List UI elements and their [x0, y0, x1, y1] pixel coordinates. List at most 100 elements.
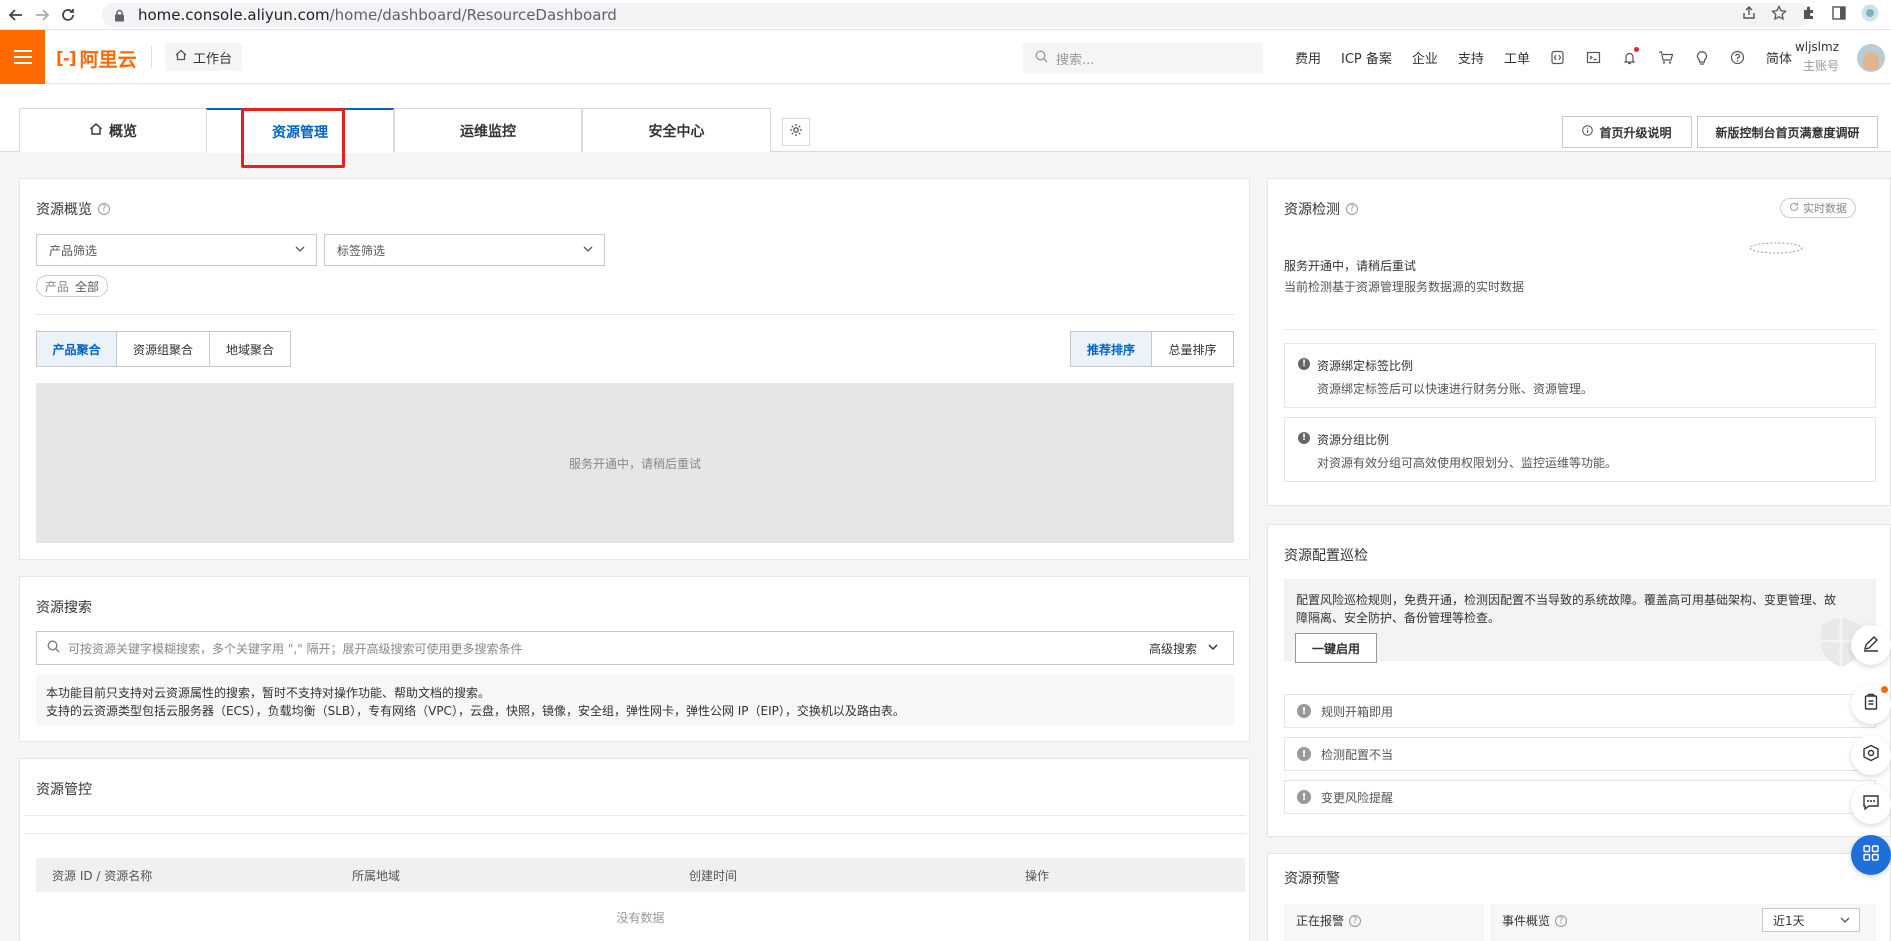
- exclamation-icon: !: [1297, 704, 1311, 718]
- apps-grid-icon: [1862, 844, 1880, 866]
- refresh-icon: [1789, 202, 1799, 215]
- resource-alert-title: 资源预警: [1284, 871, 1340, 887]
- sort-toggle: 推荐排序 总量排序: [1070, 331, 1234, 367]
- resource-alert-card: 资源预警 正在报警 ? 事件概览 ? 近1天: [1267, 853, 1891, 941]
- resource-overview-title: 资源概览 ?: [36, 199, 110, 219]
- apps-float-button[interactable]: [1851, 835, 1891, 875]
- sort-recommended[interactable]: 推荐排序: [1071, 332, 1152, 366]
- inspection-row-label: 检测配置不当: [1321, 747, 1394, 762]
- group-by-resource-group[interactable]: 资源组聚合: [117, 332, 210, 366]
- search-icon: [47, 640, 60, 656]
- alerting-title: 正在报警 ?: [1296, 912, 1362, 929]
- resource-search-title: 资源搜索: [36, 600, 92, 616]
- clipboard-float-button[interactable]: [1851, 684, 1891, 724]
- sort-total[interactable]: 总量排序: [1152, 332, 1233, 366]
- question-icon[interactable]: ?: [1555, 914, 1568, 927]
- check-item-desc: 对资源有效分组可高效使用权限划分、监控运维等功能。: [1317, 456, 1618, 470]
- advanced-search-label: 高级搜索: [1148, 642, 1197, 656]
- config-desc-line-2: 障隔离、安全防护、备份管理等检查。: [1296, 611, 1501, 625]
- tag-filter-label: 标签筛选: [337, 243, 386, 258]
- inspection-row-change-risk[interactable]: ! 变更风险提醒: [1284, 780, 1876, 814]
- loading-spinner-icon: [1748, 241, 1804, 259]
- resource-check-title-text: 资源检测: [1284, 202, 1340, 218]
- exclamation-icon: !: [1297, 790, 1311, 804]
- inspection-row-label: 规则开箱即用: [1321, 704, 1394, 719]
- time-range-value: 近1天: [1773, 913, 1805, 928]
- group-by-product[interactable]: 产品聚合: [37, 332, 117, 366]
- divider: [24, 815, 1246, 816]
- cube-icon: [1862, 744, 1880, 766]
- enable-inspection-button[interactable]: 一键启用: [1295, 633, 1377, 663]
- config-inspection-title: 资源配置巡检: [1284, 548, 1368, 564]
- events-title: 事件概览 ?: [1502, 912, 1568, 929]
- resource-search-input[interactable]: 可按资源关键字模糊搜索，多个关键字用 "," 隔开；展开高级搜索可使用更多搜索条…: [36, 631, 1234, 665]
- chip-value: 全部: [75, 279, 100, 294]
- realtime-data-button[interactable]: 实时数据: [1780, 198, 1856, 218]
- inspection-row-label: 变更风险提醒: [1321, 790, 1394, 805]
- resource-overview-card: 资源概览 ? 产品筛选 标签筛选 产品 全部 产品聚合 资源组聚合 地域聚合 推…: [19, 178, 1250, 560]
- product-filter-select[interactable]: 产品筛选: [36, 234, 317, 266]
- inspection-row-out-of-box[interactable]: ! 规则开箱即用: [1284, 694, 1876, 728]
- product-filter-label: 产品筛选: [49, 243, 98, 258]
- col-actions: 操作: [1025, 868, 1050, 883]
- col-region: 所属地域: [352, 868, 401, 883]
- inspection-row-misconfig[interactable]: ! 检测配置不当: [1284, 737, 1876, 771]
- divider: [24, 833, 1246, 834]
- group-by-toggle: 产品聚合 资源组聚合 地域聚合: [36, 331, 291, 367]
- search-info-line-1: 本功能目前只支持对云资源属性的搜索，暂时不支持对操作功能、帮助文档的搜索。: [46, 686, 491, 700]
- config-inspection-intro: 配置风险巡检规则，免费开通，检测因配置不当导致的系统故障。覆盖高可用基础架构、变…: [1284, 579, 1876, 667]
- check-item-group-ratio[interactable]: ! 资源分组比例 对资源有效分组可高效使用权限划分、监控运维等功能。: [1284, 417, 1876, 482]
- config-inspection-card: 资源配置巡检 配置风险巡检规则，免费开通，检测因配置不当导致的系统故障。覆盖高可…: [1267, 524, 1891, 837]
- check-item-title: 资源绑定标签比例: [1317, 359, 1414, 373]
- chat-icon: [1862, 793, 1880, 815]
- alerting-label: 正在报警: [1296, 914, 1345, 928]
- resource-control-card: 资源管控 资源 ID / 资源名称 所属地域 创建时间 操作 没有数据: [19, 758, 1250, 941]
- question-icon[interactable]: ?: [1349, 914, 1362, 927]
- check-status-text: 服务开通中，请稍后重试: [1284, 259, 1417, 273]
- check-item-title: 资源分组比例: [1317, 433, 1390, 447]
- search-info-note: 本功能目前只支持对云资源属性的搜索，暂时不支持对操作功能、帮助文档的搜索。 支持…: [36, 675, 1234, 725]
- events-label: 事件概览: [1502, 914, 1551, 928]
- chevron-down-icon: [294, 243, 306, 258]
- advanced-search-toggle[interactable]: 高级搜索: [1149, 640, 1219, 657]
- resource-overview-title-text: 资源概览: [36, 202, 92, 218]
- clipboard-icon: [1862, 693, 1880, 715]
- edit-icon: [1862, 634, 1880, 656]
- resource-check-title: 资源检测 ?: [1284, 199, 1358, 219]
- resource-control-title: 资源管控: [36, 782, 92, 798]
- divider: [36, 314, 1235, 315]
- table-empty-state: 没有数据: [616, 911, 665, 925]
- col-resource-id: 资源 ID / 资源名称: [52, 868, 153, 883]
- chevron-down-icon: [582, 243, 594, 258]
- alerting-panel: 正在报警 ?: [1284, 904, 1484, 941]
- overview-empty-state: 服务开通中，请稍后重试: [36, 383, 1234, 543]
- config-desc-line-1: 配置风险巡检规则，免费开通，检测因配置不当导致的系统故障。覆盖高可用基础架构、变…: [1296, 593, 1837, 607]
- chip-label: 产品: [45, 279, 70, 294]
- exclamation-icon: !: [1298, 358, 1310, 370]
- product-filter-chip[interactable]: 产品 全部: [36, 275, 109, 297]
- group-by-region[interactable]: 地域聚合: [210, 332, 290, 366]
- question-icon[interactable]: ?: [1346, 203, 1358, 215]
- chevron-down-icon: [1839, 914, 1851, 929]
- col-created-time: 创建时间: [689, 868, 738, 883]
- resource-search-card: 资源搜索 可按资源关键字模糊搜索，多个关键字用 "," 隔开；展开高级搜索可使用…: [19, 576, 1250, 742]
- exclamation-icon: !: [1298, 432, 1310, 444]
- check-item-tag-ratio[interactable]: ! 资源绑定标签比例 资源绑定标签后可以快速进行财务分账、资源管理。: [1284, 343, 1876, 408]
- realtime-data-label: 实时数据: [1803, 202, 1847, 215]
- tag-filter-select[interactable]: 标签筛选: [324, 234, 605, 266]
- notification-dot: [1881, 686, 1888, 693]
- question-icon[interactable]: ?: [98, 203, 110, 215]
- exclamation-icon: !: [1297, 747, 1311, 761]
- check-basis-text: 当前检测基于资源管理服务数据源的实时数据: [1284, 280, 1525, 294]
- search-info-line-2: 支持的云资源类型包括云服务器（ECS），负载均衡（SLB），专有网络（VPC），…: [46, 704, 905, 718]
- edit-float-button[interactable]: [1851, 625, 1891, 665]
- chat-float-button[interactable]: [1851, 784, 1891, 824]
- check-item-desc: 资源绑定标签后可以快速进行财务分账、资源管理。: [1317, 382, 1594, 396]
- chevron-down-icon: [1207, 641, 1219, 656]
- events-panel: 事件概览 ? 近1天: [1490, 904, 1876, 941]
- resource-search-placeholder: 可按资源关键字模糊搜索，多个关键字用 "," 隔开；展开高级搜索可使用更多搜索条…: [68, 641, 523, 656]
- resource-check-card: 资源检测 ? 实时数据 服务开通中，请稍后重试 当前检测基于资源管理服务数据源的…: [1267, 178, 1891, 506]
- divider: [1284, 329, 1876, 330]
- time-range-select[interactable]: 近1天: [1762, 908, 1860, 932]
- cube-float-button[interactable]: [1851, 735, 1891, 775]
